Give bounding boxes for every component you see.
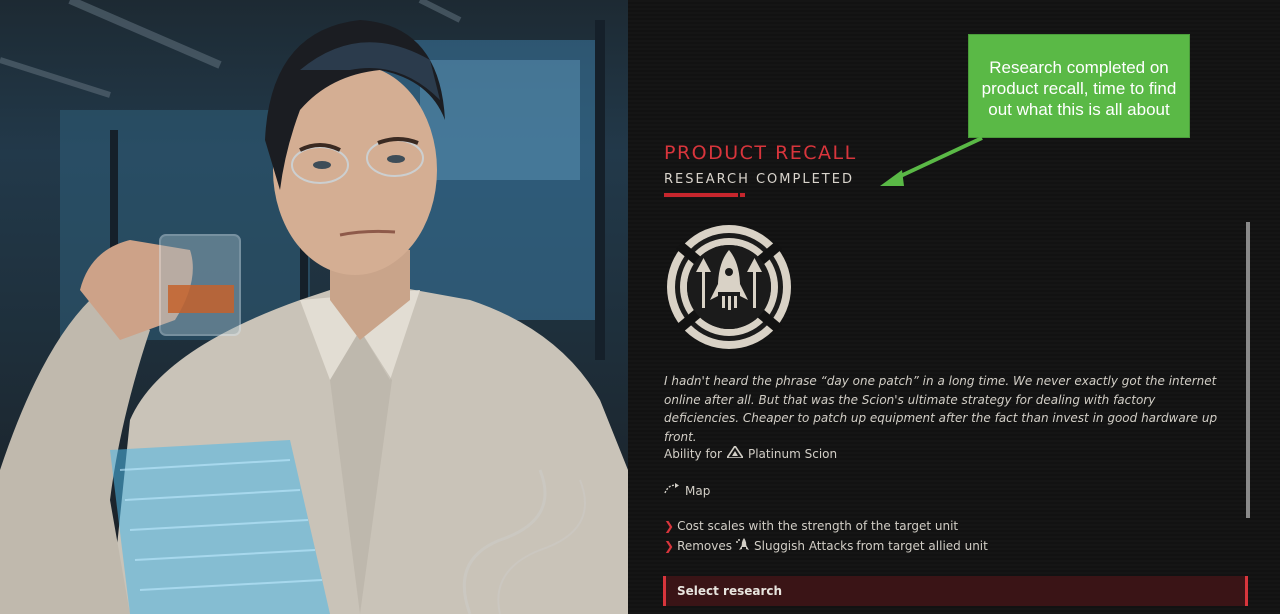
effect-item: ❯ Cost scales with the strength of the t… — [664, 519, 958, 533]
scope-label: Map — [685, 483, 711, 498]
effect-keyword: Sluggish Attacks — [754, 539, 854, 553]
title-underline — [664, 193, 738, 197]
effect-text: Removes — [677, 539, 733, 553]
ability-line: Ability for Platinum Scion — [664, 444, 838, 461]
scrollbar-thumb[interactable] — [1246, 222, 1250, 518]
effect-item: ❯ Removes Sluggish Attacks from target a… — [664, 538, 988, 554]
select-research-button[interactable]: Select research — [663, 576, 1248, 606]
chevron-right-icon: ❯ — [664, 519, 675, 533]
map-scope-icon — [664, 483, 682, 498]
research-status: RESEARCH COMPLETED — [664, 172, 854, 187]
ability-unit: Platinum Scion — [747, 446, 838, 461]
effect-text: Cost scales with the strength of the tar… — [677, 519, 959, 533]
title-underline-tick — [740, 193, 745, 197]
character-portrait — [0, 0, 628, 614]
rocket-arrows-emblem-icon — [664, 222, 794, 352]
research-title: PRODUCT RECALL — [664, 142, 857, 164]
annotation-arrow-icon — [880, 136, 983, 186]
flavor-text: I hadn't heard the phrase “day one patch… — [664, 374, 1218, 444]
ability-prefix: Ability for — [664, 446, 722, 461]
sluggish-attacks-icon — [735, 538, 751, 554]
portrait-illustration — [0, 0, 628, 614]
chevron-right-icon: ❯ — [664, 539, 675, 553]
effect-suffix: from target allied unit — [856, 539, 988, 553]
scion-faction-icon — [725, 444, 745, 461]
scope-line: Map — [664, 483, 710, 498]
annotation-callout: Research completed on product recall, ti… — [968, 34, 1190, 138]
